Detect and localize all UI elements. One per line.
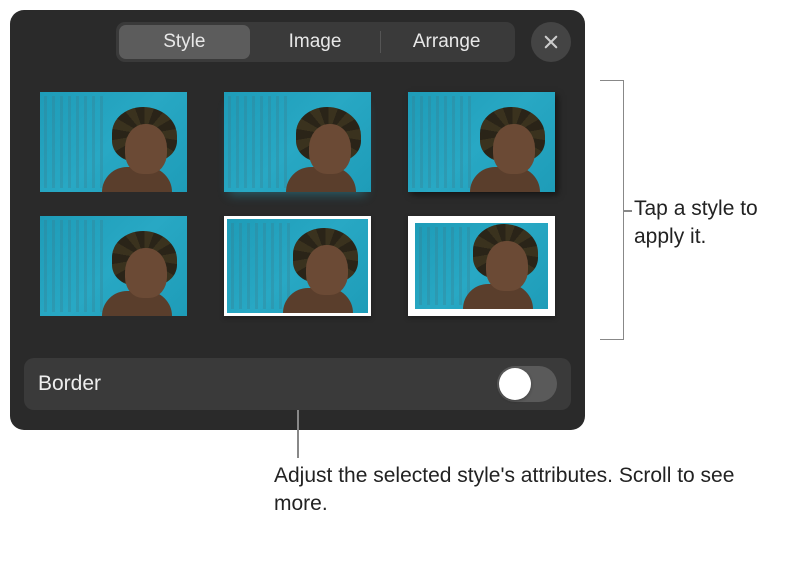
style-thumbnail[interactable] [40,92,187,192]
thumb-row-1 [40,92,555,192]
callout-leader-line [297,410,299,458]
close-icon [542,33,560,51]
style-thumbnail[interactable] [408,216,555,316]
tabs-row: Style Image Arrange [10,10,585,70]
tab-group: Style Image Arrange [116,22,515,62]
thumbnail-image [408,216,555,316]
thumbnail-image [40,216,187,316]
tab-image[interactable]: Image [250,25,381,59]
thumbnail-image [224,92,371,192]
style-thumbnail[interactable] [40,216,187,316]
style-thumbnail[interactable] [224,92,371,192]
callout-bottom-text: Adjust the selected style's attributes. … [274,462,786,519]
thumb-row-2 [40,216,555,316]
thumbnail-image [224,216,371,316]
callout-bracket-tick [624,210,632,212]
border-label: Border [38,372,101,396]
close-button[interactable] [531,22,571,62]
border-control-row: Border [24,358,571,410]
style-thumbnails-grid [10,70,585,350]
tab-style[interactable]: Style [119,25,250,59]
style-thumbnail[interactable] [408,92,555,192]
thumbnail-image [408,92,555,192]
callout-bracket [600,80,624,340]
tab-arrange[interactable]: Arrange [381,25,512,59]
toggle-knob [499,368,531,400]
format-panel: Style Image Arrange [10,10,585,430]
thumbnail-image [40,92,187,192]
style-thumbnail[interactable] [224,216,371,316]
border-toggle[interactable] [497,366,557,402]
callout-right-text: Tap a style to apply it. [634,195,786,252]
